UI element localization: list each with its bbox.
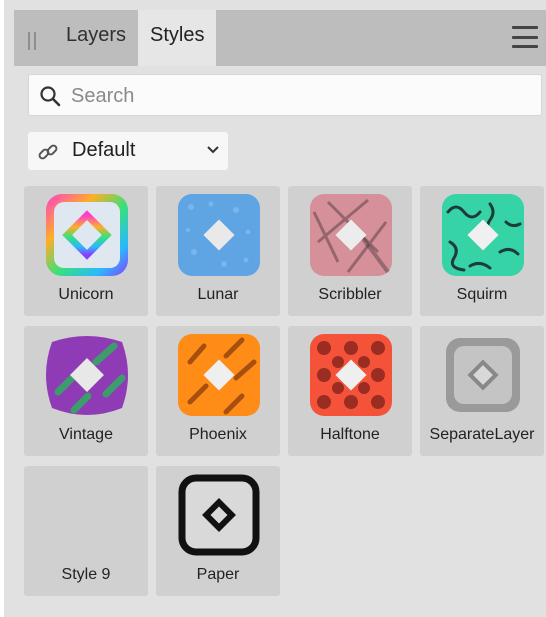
scribbler-style-icon: [310, 194, 392, 276]
style-tile-separatelayer[interactable]: SeparateLayer: [420, 326, 544, 456]
panel-tab-bar: Layers Styles: [14, 10, 546, 66]
lunar-style-icon: [178, 194, 260, 276]
chevron-down-icon: [207, 146, 219, 154]
style-name: Vintage: [59, 426, 113, 443]
squirm-style-icon: [442, 194, 524, 276]
style-tile-vintage[interactable]: Vintage: [24, 326, 148, 456]
style-tile-style-9[interactable]: Style 9: [24, 466, 148, 596]
panel-menu-icon[interactable]: [512, 26, 538, 48]
link-icon: [38, 144, 58, 160]
category-dropdown[interactable]: Default: [28, 132, 228, 170]
phoenix-style-icon: [178, 334, 260, 416]
category-selected: Default: [72, 139, 136, 161]
style-tile-phoenix[interactable]: Phoenix: [156, 326, 280, 456]
style-name: Halftone: [320, 426, 380, 443]
drag-grip-icon[interactable]: [28, 32, 38, 50]
style-name: Scribbler: [318, 286, 382, 303]
unicorn-style-icon: [46, 194, 128, 276]
style-tile-squirm[interactable]: Squirm: [420, 186, 544, 316]
halftone-style-icon: [310, 334, 392, 416]
style-tile-halftone[interactable]: Halftone: [288, 326, 412, 456]
style-name: Paper: [196, 566, 240, 583]
search-icon: [40, 86, 61, 107]
style-name: Style 9: [61, 566, 111, 583]
style-name: Lunar: [197, 286, 239, 303]
style-tile-scribbler[interactable]: Scribbler: [288, 186, 412, 316]
vintage-style-icon: [46, 336, 128, 415]
style-name: Unicorn: [58, 286, 114, 303]
search-input[interactable]: [69, 79, 533, 113]
style-name: SeparateLayer: [429, 426, 535, 443]
style-tile-paper[interactable]: Paper: [156, 466, 280, 596]
tab-layers[interactable]: Layers: [58, 10, 134, 66]
style-tile-lunar[interactable]: Lunar: [156, 186, 280, 316]
style-tile-unicorn[interactable]: Unicorn: [24, 186, 148, 316]
search-box[interactable]: [28, 74, 542, 116]
paper-style-icon: [178, 474, 260, 556]
separatelayer-style-icon: [446, 338, 520, 412]
style-name: Phoenix: [189, 426, 247, 443]
tab-styles[interactable]: Styles: [138, 10, 217, 66]
style-name: Squirm: [456, 286, 508, 303]
